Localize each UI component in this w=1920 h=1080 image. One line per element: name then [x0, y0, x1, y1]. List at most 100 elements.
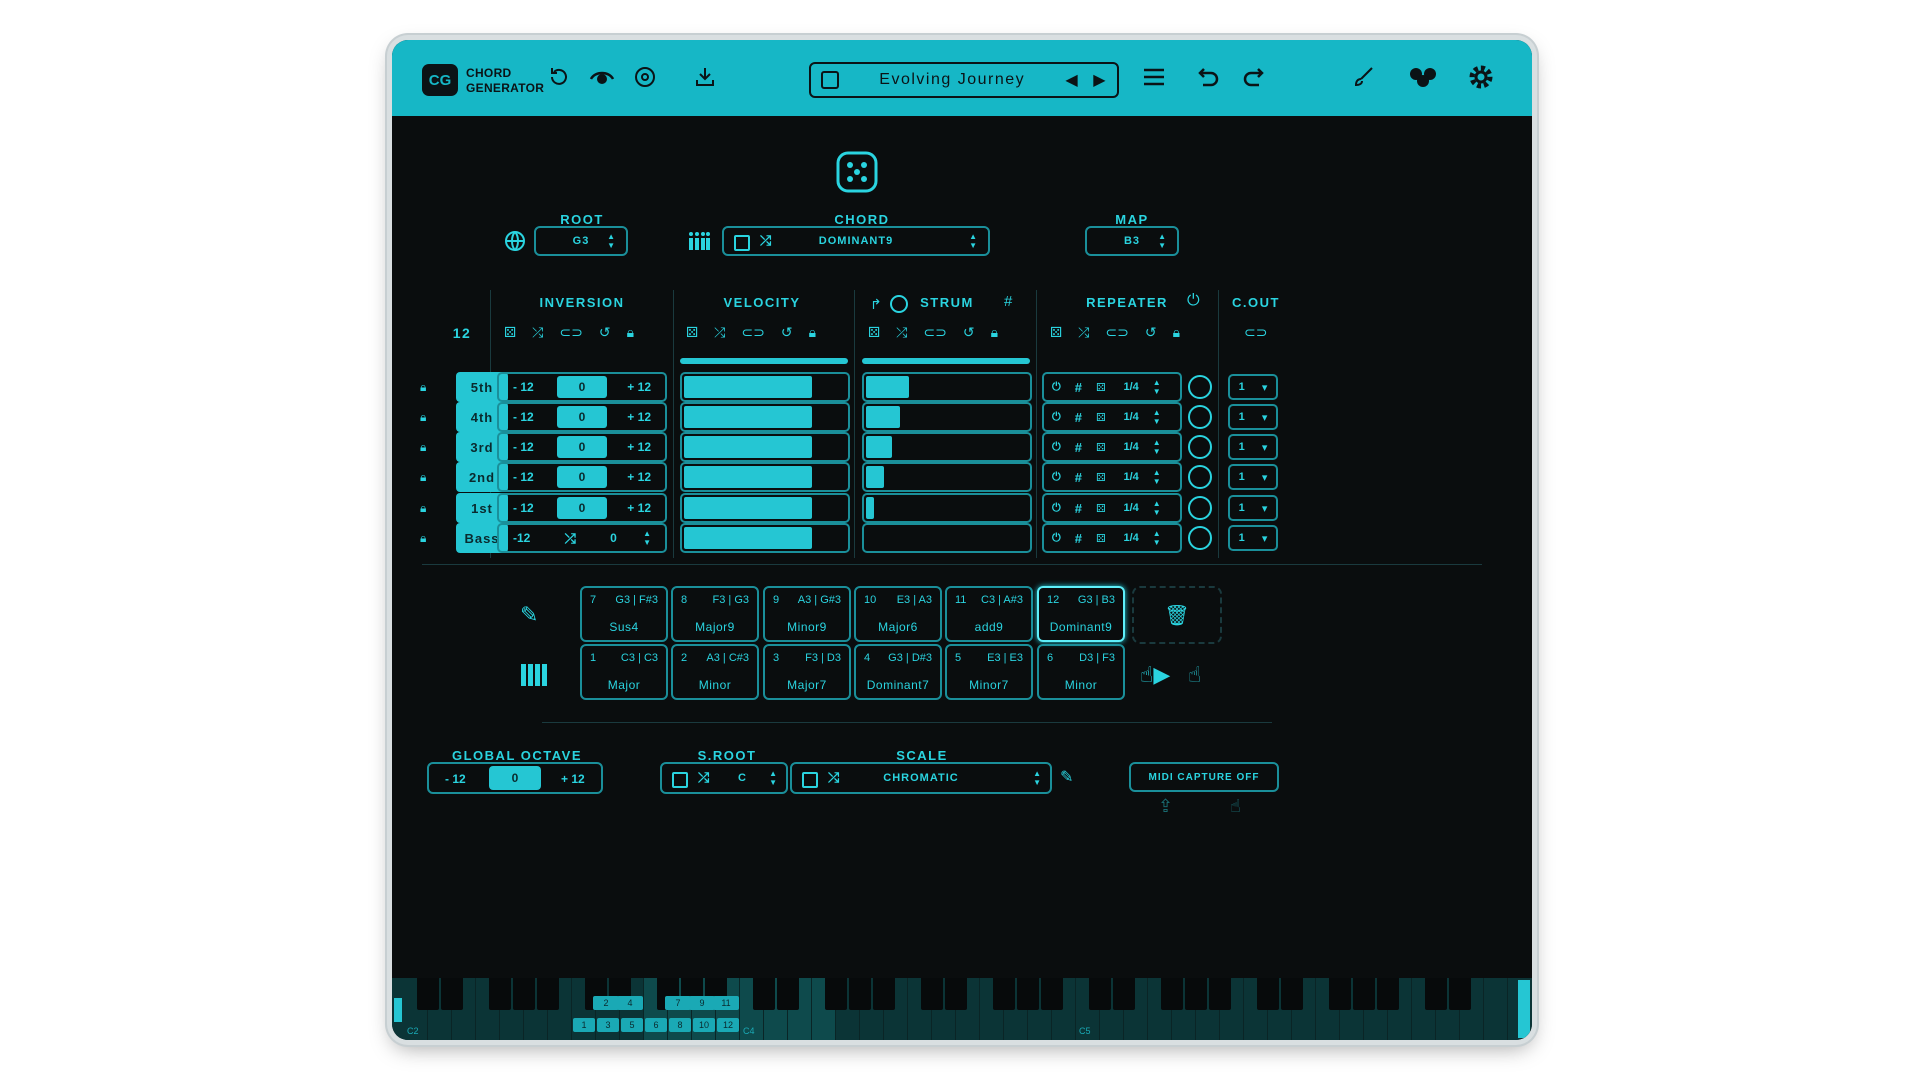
black-key[interactable]: [1017, 978, 1039, 1010]
velocity-bar[interactable]: [680, 402, 850, 432]
reset-icon[interactable]: ↺: [599, 324, 611, 341]
reset-icon[interactable]: ↺: [1145, 324, 1157, 341]
chord-pad[interactable]: 9 A3 | G#3 Minor9: [763, 586, 851, 642]
link-icon[interactable]: ⊂⊃: [559, 324, 582, 341]
root-spinner-icon[interactable]: ▲ ▼: [607, 232, 616, 250]
cout-select[interactable]: 1 ▾: [1228, 464, 1278, 490]
repeater-rate-spinner-icon[interactable]: ▲ ▼: [1153, 468, 1161, 486]
inversion-value[interactable]: 0: [557, 497, 607, 519]
scale-shuffle-icon[interactable]: ⤮: [828, 769, 840, 786]
repeater-power-icon[interactable]: ⏻: [1052, 502, 1061, 515]
chord-select[interactable]: ⤮ DOMINANT9 ▲ ▼: [722, 226, 990, 256]
keyboard-right-arrow-icon[interactable]: [1518, 980, 1530, 1038]
repeater-dice-icon[interactable]: ⚄: [1096, 471, 1106, 484]
repeater-dice-icon[interactable]: ⚄: [1096, 502, 1106, 515]
inversion-value[interactable]: 0: [557, 406, 607, 428]
settings-icon[interactable]: [1464, 60, 1498, 94]
chord-pad[interactable]: 8 F3 | G3 Major9: [671, 586, 759, 642]
black-key[interactable]: [1329, 978, 1351, 1010]
black-key[interactable]: [1041, 978, 1063, 1010]
repeater-power-icon[interactable]: ⏻: [1052, 381, 1061, 394]
black-key[interactable]: [753, 978, 775, 1010]
velocity-bar[interactable]: [680, 372, 850, 402]
inversion-max[interactable]: + 12: [627, 440, 651, 454]
strum-bar[interactable]: [862, 493, 1032, 523]
inversion-bass-range[interactable]: -12 ⤮ 0 ▲ ▼: [497, 523, 667, 553]
inversion-min[interactable]: - 12: [513, 501, 534, 515]
inversion-max[interactable]: + 12: [627, 380, 651, 394]
black-key[interactable]: [513, 978, 535, 1010]
hand-record-icon[interactable]: ☝: [1188, 662, 1201, 688]
repeater-dice-icon[interactable]: ⚄: [1096, 441, 1106, 454]
dice-icon[interactable]: ⚄: [868, 324, 880, 341]
global-octave-control[interactable]: - 12 0 + 12: [427, 762, 603, 794]
repeater-rate-spinner-icon[interactable]: ▲ ▼: [1153, 408, 1161, 426]
redo-icon[interactable]: [1238, 60, 1272, 94]
black-key[interactable]: [1185, 978, 1207, 1010]
black-key[interactable]: [1257, 978, 1279, 1010]
repeater-grid-icon[interactable]: #: [1075, 410, 1082, 425]
trash-icon[interactable]: 🗑︎: [1164, 603, 1189, 628]
chord-pad[interactable]: 3 F3 | D3 Major7: [763, 644, 851, 700]
cout-dropdown-icon[interactable]: ▾: [1262, 532, 1268, 545]
black-key[interactable]: [873, 978, 895, 1010]
cout-dropdown-icon[interactable]: ▾: [1262, 502, 1268, 515]
hand-sparkle-icon[interactable]: ☝: [1230, 796, 1241, 817]
inversion-value[interactable]: 0: [557, 466, 607, 488]
preview-icon[interactable]: [585, 60, 619, 94]
inversion-spinner-icon[interactable]: ▲ ▼: [643, 529, 651, 547]
repeater-toggle[interactable]: [1188, 375, 1212, 399]
map-select[interactable]: B3 ▲ ▼: [1085, 226, 1179, 256]
strum-timer-icon[interactable]: [890, 295, 908, 313]
black-key[interactable]: [1449, 978, 1471, 1010]
inversion-min[interactable]: - 12: [513, 470, 534, 484]
sroot-select[interactable]: ⤮ C ▲ ▼: [660, 762, 788, 794]
black-key[interactable]: [417, 978, 439, 1010]
repeater-rate[interactable]: 1/4: [1124, 502, 1139, 514]
chord-pad[interactable]: 6 D3 | F3 Minor: [1037, 644, 1125, 700]
piano-keyboard[interactable]: C2 C4 C5 2 4 7 9 11 1 3 5 6 8 10 12: [392, 978, 1532, 1040]
preset-selector[interactable]: Evolving Journey ◀ ▶: [809, 62, 1119, 98]
repeater-rate[interactable]: 1/4: [1124, 381, 1139, 393]
dice-icon[interactable]: ⚄: [504, 324, 516, 341]
strum-master-bar[interactable]: [862, 358, 1030, 364]
black-key[interactable]: [1425, 978, 1447, 1010]
black-key[interactable]: [945, 978, 967, 1010]
repeater-dice-icon[interactable]: ⚄: [1096, 532, 1106, 545]
dice-icon[interactable]: ⚄: [1050, 324, 1062, 341]
repeater-power-icon[interactable]: ⏻: [1052, 411, 1061, 424]
repeater-rate-spinner-icon[interactable]: ▲ ▼: [1153, 529, 1161, 547]
repeater-toggle[interactable]: [1188, 435, 1212, 459]
inversion-range[interactable]: - 12 0 + 12: [497, 402, 667, 432]
chord-dice-icon[interactable]: [734, 235, 750, 251]
black-key[interactable]: [993, 978, 1015, 1010]
reset-icon[interactable]: ↺: [963, 324, 975, 341]
inversion-max[interactable]: + 12: [627, 501, 651, 515]
scale-dice-icon[interactable]: [802, 772, 818, 788]
inversion-min[interactable]: - 12: [513, 380, 534, 394]
cout-select[interactable]: 1 ▾: [1228, 374, 1278, 400]
repeater-dice-icon[interactable]: ⚄: [1096, 381, 1106, 394]
prev-preset-icon[interactable]: ◀: [1065, 70, 1079, 90]
magic-wand-icon[interactable]: ✎: [520, 602, 550, 632]
repeater-toggle[interactable]: [1188, 465, 1212, 489]
octave-min[interactable]: - 12: [445, 772, 466, 786]
black-key[interactable]: [1113, 978, 1135, 1010]
inversion-range[interactable]: - 12 0 + 12: [497, 372, 667, 402]
inversion-min[interactable]: - 12: [513, 410, 534, 424]
repeater-rate[interactable]: 1/4: [1124, 471, 1139, 483]
repeater-power-icon[interactable]: ⏻: [1052, 471, 1061, 484]
chord-pad[interactable]: 5 E3 | E3 Minor7: [945, 644, 1033, 700]
cout-dropdown-icon[interactable]: ▾: [1262, 411, 1268, 424]
map-spinner-icon[interactable]: ▲ ▼: [1158, 232, 1167, 250]
repeater-rate[interactable]: 1/4: [1124, 441, 1139, 453]
download-icon[interactable]: [688, 60, 722, 94]
black-key[interactable]: [489, 978, 511, 1010]
repeater-grid-icon[interactable]: #: [1075, 470, 1082, 485]
voice-lock-icon[interactable]: 🔒︎: [420, 470, 432, 484]
chord-spinner-icon[interactable]: ▲ ▼: [969, 232, 978, 250]
choir-icon[interactable]: [687, 229, 711, 253]
octave-value[interactable]: 0: [489, 766, 541, 790]
chord-pad[interactable]: 10 E3 | A3 Major6: [854, 586, 942, 642]
black-key[interactable]: [1209, 978, 1231, 1010]
